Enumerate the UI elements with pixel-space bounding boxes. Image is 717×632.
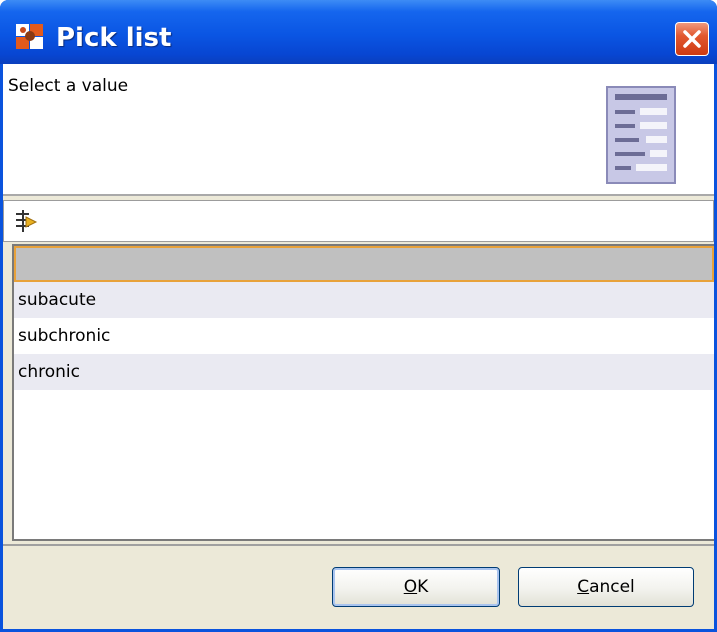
list-item[interactable]: subchronic: [14, 318, 714, 354]
ok-mnemonic: O: [403, 577, 418, 597]
cancel-mnemonic: C: [577, 577, 590, 597]
app-logo-icon: [16, 24, 43, 49]
title-bar[interactable]: Pick list: [0, 0, 717, 64]
filter-bar: [3, 200, 714, 242]
button-bar-divider: [3, 544, 714, 546]
list-item[interactable]: subacute: [14, 282, 714, 318]
header-banner: Select a value: [3, 64, 714, 196]
cancel-button[interactable]: Cancel: [518, 567, 694, 607]
list-item[interactable]: chronic: [14, 354, 714, 390]
close-button[interactable]: [675, 22, 709, 56]
cancel-label-rest: ancel: [589, 577, 635, 597]
close-icon: [683, 30, 701, 48]
banner-message: Select a value: [8, 76, 129, 96]
filter-input[interactable]: [44, 205, 708, 239]
filter-icon: [16, 210, 38, 232]
list-item[interactable]: [14, 246, 714, 282]
list-document-icon: [606, 86, 676, 184]
ok-button[interactable]: OK: [332, 567, 500, 607]
dialog-body: Select a value subacute subchronic chron…: [3, 64, 714, 629]
value-list[interactable]: subacute subchronic chronic: [12, 244, 714, 541]
pick-list-dialog: Pick list Select a value subacute subchr…: [0, 0, 717, 632]
ok-label-rest: K: [417, 577, 429, 597]
window-title: Pick list: [56, 23, 172, 53]
